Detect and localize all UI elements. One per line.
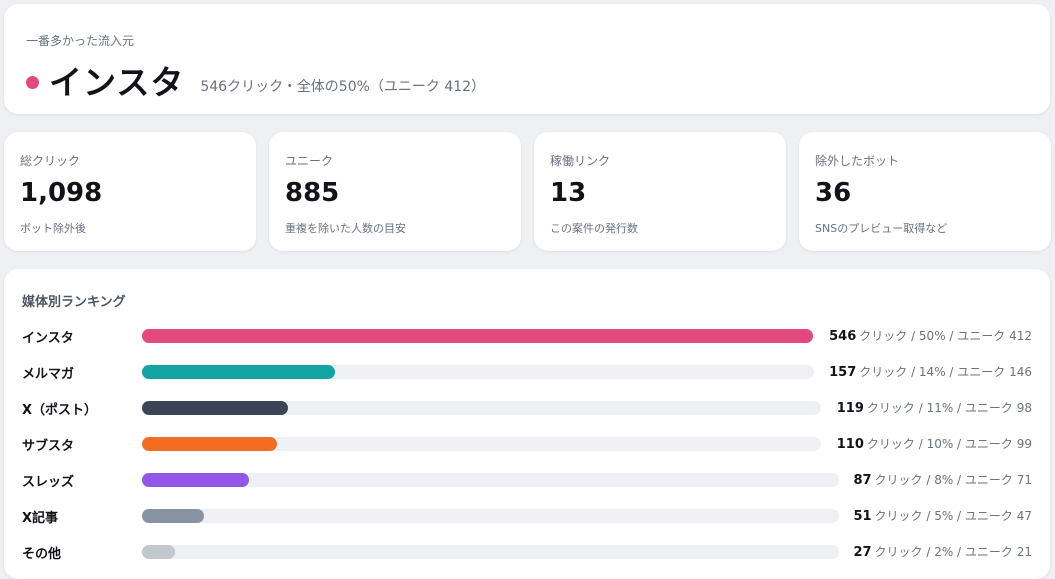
- ranking-click-count: 546: [829, 329, 857, 344]
- ranking-title: 媒体別ランキング: [22, 295, 126, 310]
- ranking-click-count: 51: [853, 509, 872, 524]
- ranking-bar-fill: [142, 545, 175, 559]
- ranking-source-name: X記事: [22, 511, 59, 526]
- ranking-detail: クリック / 14% / ユニーク 146: [859, 365, 1032, 379]
- stat-note: ボット除外後: [20, 222, 86, 235]
- stat-card-unique: ユニーク 885 重複を除いた人数の目安: [269, 132, 521, 251]
- ranking-source-name: X（ポスト）: [22, 403, 98, 418]
- ranking-click-count: 87: [853, 473, 872, 488]
- ranking-click-count: 157: [829, 365, 857, 380]
- stat-note: この案件の発行数: [550, 222, 638, 235]
- ranking-detail: クリック / 11% / ユニーク 98: [866, 401, 1032, 415]
- ranking-row: X（ポスト） 119 クリック / 11% / ユニーク 98: [22, 398, 1032, 418]
- ranking-stat: 87 クリック / 8% / ユニーク 71: [853, 471, 1032, 488]
- ranking-source-name: サブスタ: [22, 439, 75, 454]
- stat-card-active-links: 稼働リンク 13 この案件の発行数: [534, 132, 786, 251]
- ranking-bar-track: [142, 329, 814, 343]
- top-source-card: 一番多かった流入元 インスタ 546クリック・全体の50%（ユニーク 412）: [4, 4, 1050, 114]
- ranking-detail: クリック / 8% / ユニーク 71: [874, 473, 1032, 487]
- ranking-stat: 546 クリック / 50% / ユニーク 412: [829, 327, 1032, 344]
- stat-label: 総クリック: [20, 154, 81, 168]
- ranking-bar-track: [142, 509, 839, 523]
- stat-value: 885: [285, 178, 340, 208]
- ranking-row: メルマガ 157 クリック / 14% / ユニーク 146: [22, 362, 1032, 382]
- source-color-dot-icon: [26, 75, 39, 89]
- ranking-stat: 27 クリック / 2% / ユニーク 21: [853, 543, 1032, 560]
- ranking-source-name: メルマガ: [22, 367, 75, 382]
- ranking-detail: クリック / 2% / ユニーク 21: [874, 545, 1032, 559]
- ranking-row: X記事 51 クリック / 5% / ユニーク 47: [22, 506, 1032, 526]
- ranking-source-name: スレッズ: [22, 475, 75, 490]
- ranking-bar-fill: [142, 401, 288, 415]
- ranking-stat: 51 クリック / 5% / ユニーク 47: [853, 507, 1032, 524]
- stat-label: 除外したボット: [815, 154, 900, 168]
- ranking-click-count: 110: [836, 437, 864, 452]
- ranking-bar-track: [142, 401, 821, 415]
- ranking-bar-fill: [142, 365, 335, 379]
- ranking-bar-track: [142, 437, 821, 451]
- ranking-row: サブスタ 110 クリック / 10% / ユニーク 99: [22, 434, 1032, 454]
- top-source-label: 一番多かった流入元: [26, 34, 135, 48]
- ranking-row: その他 27 クリック / 2% / ユニーク 21: [22, 542, 1032, 562]
- ranking-bar-fill: [142, 509, 204, 523]
- ranking-source-name: インスタ: [22, 331, 74, 346]
- ranking-row: スレッズ 87 クリック / 8% / ユニーク 71: [22, 470, 1032, 490]
- ranking-row: インスタ 546 クリック / 50% / ユニーク 412: [22, 326, 1032, 346]
- stat-value: 1,098: [20, 178, 103, 208]
- ranking-detail: クリック / 50% / ユニーク 412: [859, 329, 1032, 343]
- stat-note: SNSのプレビュー取得など: [815, 222, 948, 235]
- top-source-row: インスタ 546クリック・全体の50%（ユニーク 412）: [26, 56, 485, 104]
- ranking-click-count: 27: [853, 545, 872, 560]
- stat-label: ユニーク: [285, 154, 334, 168]
- stat-value: 36: [815, 178, 852, 208]
- ranking-detail: クリック / 10% / ユニーク 99: [866, 437, 1032, 451]
- ranking-source-name: その他: [22, 547, 62, 562]
- ranking-bar-track: [142, 365, 814, 379]
- ranking-stat: 110 クリック / 10% / ユニーク 99: [837, 435, 1032, 452]
- stat-card-total-clicks: 総クリック 1,098 ボット除外後: [4, 132, 256, 251]
- ranking-bar-fill: [142, 437, 277, 451]
- media-ranking-card: 媒体別ランキング インスタ 546 クリック / 50% / ユニーク 412 メルマ…: [4, 269, 1050, 579]
- ranking-bar-track: [142, 473, 839, 487]
- top-source-subtitle: 546クリック・全体の50%（ユニーク 412）: [200, 79, 486, 95]
- ranking-stat: 119 クリック / 11% / ユニーク 98: [837, 399, 1032, 416]
- ranking-click-count: 119: [836, 401, 864, 416]
- stat-card-excluded-bots: 除外したボット 36 SNSのプレビュー取得など: [799, 132, 1051, 251]
- ranking-stat: 157 クリック / 14% / ユニーク 146: [829, 363, 1032, 380]
- stat-note: 重複を除いた人数の目安: [285, 222, 406, 235]
- ranking-bar-track: [142, 545, 839, 559]
- ranking-bar-fill: [142, 473, 249, 487]
- stat-value: 13: [550, 178, 587, 208]
- top-source-title: インスタ: [49, 63, 185, 102]
- stat-label: 稼働リンク: [550, 154, 611, 168]
- ranking-detail: クリック / 5% / ユニーク 47: [874, 509, 1032, 523]
- ranking-bar-fill: [142, 329, 813, 343]
